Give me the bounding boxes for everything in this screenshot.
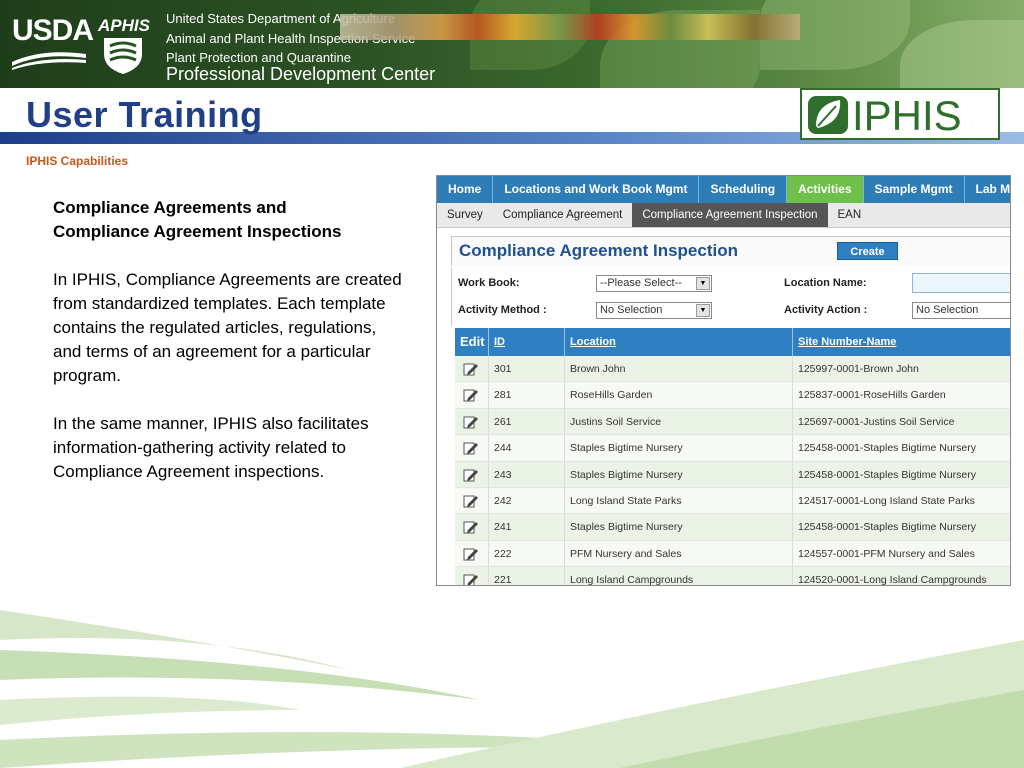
section-label: IPHIS Capabilities	[26, 154, 129, 168]
table-row[interactable]: 222 PFM Nursery and Sales 124557-0001-PFM …	[455, 540, 1010, 568]
cell-site: 125837-0001-RoseHills Garden	[793, 382, 1010, 407]
leaf-icon	[808, 96, 848, 134]
tab-activities[interactable]: Activities	[787, 176, 864, 203]
usda-swoosh-icon	[12, 52, 86, 70]
activity-method-select[interactable]: No Selection ▼	[596, 302, 712, 319]
edit-pencil-icon[interactable]	[455, 540, 489, 567]
bottom-decoration	[0, 610, 1024, 768]
cell-id: 301	[489, 356, 565, 382]
cell-id: 281	[489, 382, 565, 408]
training-title: User Training	[26, 94, 263, 135]
cell-id: 261	[489, 408, 565, 435]
org-line-program: Plant Protection and Quarantine	[166, 50, 352, 65]
grid-header: Edit ID Location Site Number-Name	[455, 328, 1010, 356]
column-header-site[interactable]: Site Number-Name	[793, 328, 1010, 356]
tab-scheduling[interactable]: Scheduling	[699, 176, 788, 203]
create-button[interactable]: Create	[837, 242, 898, 260]
location-name-input[interactable]	[912, 273, 1010, 293]
cell-site: 125458-0001-Staples Bigtime Nursery	[793, 462, 1010, 487]
shield-icon	[104, 38, 142, 74]
usda-logo: USDA	[12, 14, 94, 47]
content-heading-line-1: Compliance Agreements and	[53, 198, 287, 217]
subtab-ean[interactable]: EAN	[828, 203, 872, 227]
table-row[interactable]: 281 RoseHills Garden 125837-0001-RoseHills…	[455, 382, 1010, 409]
activity-action-value: No Selection	[916, 304, 979, 316]
work-book-value: --Please Select--	[600, 277, 682, 289]
content-paragraph-2: In the same manner, IPHIS also facilitat…	[53, 414, 369, 481]
edit-pencil-icon[interactable]	[455, 461, 489, 487]
cell-location: PFM Nursery and Sales	[565, 540, 793, 567]
work-book-select[interactable]: --Please Select-- ▼	[596, 275, 712, 292]
iphis-brand: IPHIS	[852, 92, 962, 139]
aphis-logo: APHIS	[98, 16, 150, 35]
cell-location: Staples Bigtime Nursery	[565, 435, 793, 461]
cell-id: 243	[489, 461, 565, 487]
cell-site: 124557-0001-PFM Nursery and Sales	[793, 541, 1010, 566]
cell-id: 221	[489, 567, 565, 585]
tab-lab-mgmt[interactable]: Lab Mgmt	[965, 176, 1010, 203]
activity-method-label: Activity Method :	[458, 304, 547, 316]
table-row[interactable]: 243 Staples Bigtime Nursery 125458-0001-St…	[455, 461, 1010, 488]
filter-panel: Work Book: --Please Select-- ▼ Location …	[451, 268, 1010, 326]
cell-location: Staples Bigtime Nursery	[565, 514, 793, 540]
cell-site: 125458-0001-Staples Bigtime Nursery	[793, 514, 1010, 539]
cell-id: 241	[489, 514, 565, 540]
table-row[interactable]: 241 Staples Bigtime Nursery 125458-0001-St…	[455, 514, 1010, 541]
edit-pencil-icon[interactable]	[455, 487, 489, 514]
edit-pencil-icon[interactable]	[455, 382, 489, 408]
edit-pencil-icon[interactable]	[455, 408, 489, 435]
inspection-grid: Edit ID Location Site Number-Name 301 Bro…	[455, 328, 1010, 585]
table-row[interactable]: 221 Long Island Campgrounds 124520-0001-Lo…	[455, 567, 1010, 585]
edit-pencil-icon[interactable]	[455, 514, 489, 540]
cell-id: 242	[489, 487, 565, 514]
column-header-location[interactable]: Location	[565, 328, 793, 356]
table-row[interactable]: 301 Brown John 125997-0001-Brown John	[455, 356, 1010, 383]
tab-sample-mgmt[interactable]: Sample Mgmt	[864, 176, 965, 203]
edit-pencil-icon[interactable]	[455, 435, 489, 461]
subtab-compliance-agreement[interactable]: Compliance Agreement	[493, 203, 633, 227]
table-row[interactable]: 244 Staples Bigtime Nursery 125458-0001-St…	[455, 435, 1010, 462]
grid-body: 301 Brown John 125997-0001-Brown John 281 Ro…	[455, 356, 1010, 585]
photo-collage	[340, 14, 800, 40]
content-paragraph-1: In IPHIS, Compliance Agreements are crea…	[53, 270, 402, 385]
cell-site: 124520-0001-Long Island Campgrounds	[793, 567, 1010, 585]
content-heading-line-2: Compliance Agreement Inspections	[53, 222, 342, 241]
cell-location: Long Island Campgrounds	[565, 567, 793, 585]
cell-site: 124517-0001-Long Island State Parks	[793, 488, 1010, 513]
cell-id: 244	[489, 435, 565, 461]
cell-location: Staples Bigtime Nursery	[565, 461, 793, 487]
cell-location: RoseHills Garden	[565, 382, 793, 408]
column-header-id[interactable]: ID	[489, 328, 565, 356]
column-header-edit: Edit	[455, 328, 489, 356]
app-screenshot: Home Locations and Work Book Mgmt Schedu…	[436, 175, 1011, 586]
activity-action-label: Activity Action :	[784, 304, 868, 316]
work-book-label: Work Book:	[458, 277, 520, 289]
cell-location: Long Island State Parks	[565, 487, 793, 514]
cell-site: 125697-0001-Justins Soil Service	[793, 409, 1010, 434]
location-name-label: Location Name:	[784, 277, 867, 289]
activity-action-select[interactable]: No Selection	[912, 302, 1010, 319]
edit-pencil-icon[interactable]	[455, 567, 489, 585]
tab-locations-work-book[interactable]: Locations and Work Book Mgmt	[493, 176, 700, 203]
chevron-down-icon: ▼	[696, 304, 710, 317]
top-nav: Home Locations and Work Book Mgmt Schedu…	[437, 176, 1010, 203]
sub-nav: Survey Compliance Agreement Compliance A…	[437, 203, 1010, 228]
cell-site: 125997-0001-Brown John	[793, 356, 1010, 381]
table-row[interactable]: 261 Justins Soil Service 125697-0001-Justi…	[455, 408, 1010, 436]
cell-location: Brown John	[565, 356, 793, 382]
chevron-down-icon: ▼	[696, 277, 710, 290]
cell-location: Justins Soil Service	[565, 408, 793, 435]
page-title: Compliance Agreement Inspection	[459, 241, 738, 260]
body-text: Compliance Agreements and Compliance Agr…	[53, 196, 408, 508]
edit-pencil-icon[interactable]	[455, 356, 489, 382]
cell-site: 125458-0001-Staples Bigtime Nursery	[793, 435, 1010, 460]
subtab-survey[interactable]: Survey	[437, 203, 493, 227]
activity-method-value: No Selection	[600, 304, 663, 316]
subtab-compliance-agreement-inspection[interactable]: Compliance Agreement Inspection	[632, 203, 828, 227]
table-row[interactable]: 242 Long Island State Parks 124517-0001-Lo…	[455, 487, 1010, 515]
org-line-center: Professional Development Center	[166, 64, 436, 84]
cell-id: 222	[489, 540, 565, 567]
banner-foliage	[900, 20, 1024, 88]
tab-home[interactable]: Home	[437, 176, 494, 203]
